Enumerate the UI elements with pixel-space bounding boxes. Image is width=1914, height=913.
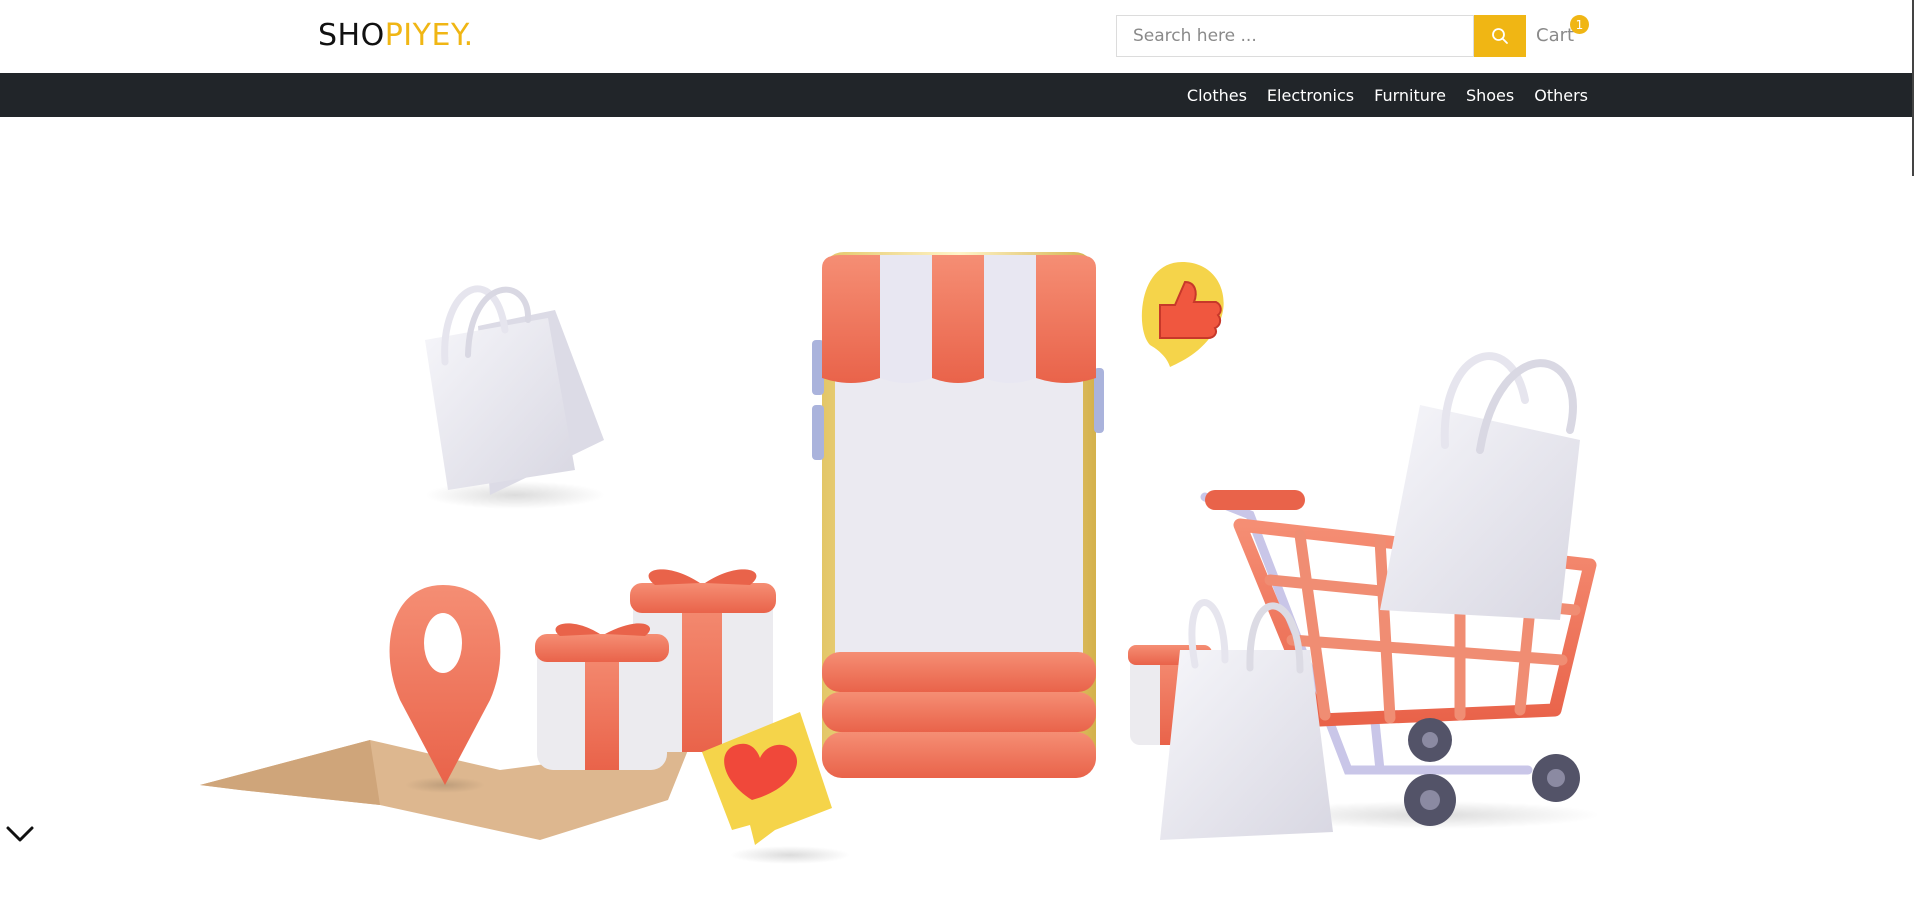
category-nav: Clothes Electronics Furniture Shoes Othe… — [1167, 73, 1588, 117]
search-input[interactable] — [1117, 16, 1473, 56]
nav-item-electronics[interactable]: Electronics — [1267, 86, 1354, 105]
brand-logo-part2: PIYEY. — [384, 18, 474, 53]
cart-link[interactable]: Cart — [1536, 25, 1574, 46]
search-icon — [1492, 28, 1508, 44]
nav-item-shoes[interactable]: Shoes — [1466, 86, 1514, 105]
like-bubble — [1141, 262, 1224, 367]
nav-item-clothes[interactable]: Clothes — [1187, 86, 1247, 105]
category-navbar: Clothes Electronics Furniture Shoes Othe… — [0, 73, 1914, 117]
phone-storefront — [812, 252, 1104, 778]
hero-banner — [0, 117, 1914, 913]
cart-count-badge: 1 — [1570, 15, 1589, 34]
search-box — [1116, 15, 1474, 57]
brand-logo[interactable]: SHOPIYEY. — [318, 18, 474, 53]
nav-item-others[interactable]: Others — [1534, 86, 1588, 105]
nav-item-furniture[interactable]: Furniture — [1374, 86, 1446, 105]
chevron-down-icon[interactable] — [0, 822, 40, 846]
search-button[interactable] — [1474, 15, 1526, 57]
brand-logo-part1: SHO — [318, 18, 385, 53]
header: SHOPIYEY. Cart 1 — [0, 0, 1914, 73]
shopping-illustration — [200, 252, 1600, 864]
floating-shopping-bag — [425, 285, 605, 509]
